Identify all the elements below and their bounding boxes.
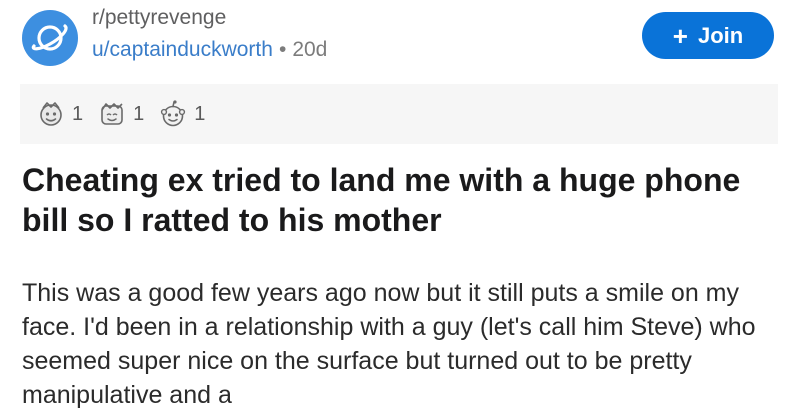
subreddit-avatar[interactable] (22, 10, 78, 66)
post-title[interactable]: Cheating ex tried to land me with a huge… (22, 160, 782, 240)
planet-icon (31, 24, 68, 51)
awards-bar[interactable]: 1 1 1 (20, 84, 778, 144)
award-helpful-icon (40, 102, 62, 126)
award-silver-icon (161, 100, 186, 127)
award-silver[interactable]: 1 (158, 99, 205, 129)
award-wholesome[interactable]: 1 (97, 99, 144, 129)
author-username[interactable]: u/captainduckworth (92, 38, 273, 61)
award-count: 1 (133, 102, 145, 125)
subreddit-name[interactable]: r/pettyrevenge (92, 6, 226, 30)
post-body: This was a good few years ago now but it… (22, 279, 756, 409)
byline-separator: • (278, 38, 287, 61)
join-button-label: Join (697, 22, 744, 48)
award-count: 1 (72, 102, 84, 125)
post-byline: u/captainduckworth • 20d (92, 38, 327, 62)
post-age: 20d (292, 38, 328, 61)
award-helpful[interactable]: 1 (36, 99, 83, 129)
award-wholesome-icon (101, 103, 123, 125)
award-count: 1 (194, 102, 206, 125)
post-header: r/pettyrevenge u/captainduckworth • 20d + … (0, 0, 800, 80)
plus-icon: + (672, 20, 688, 51)
join-button[interactable]: + Join (642, 12, 774, 59)
